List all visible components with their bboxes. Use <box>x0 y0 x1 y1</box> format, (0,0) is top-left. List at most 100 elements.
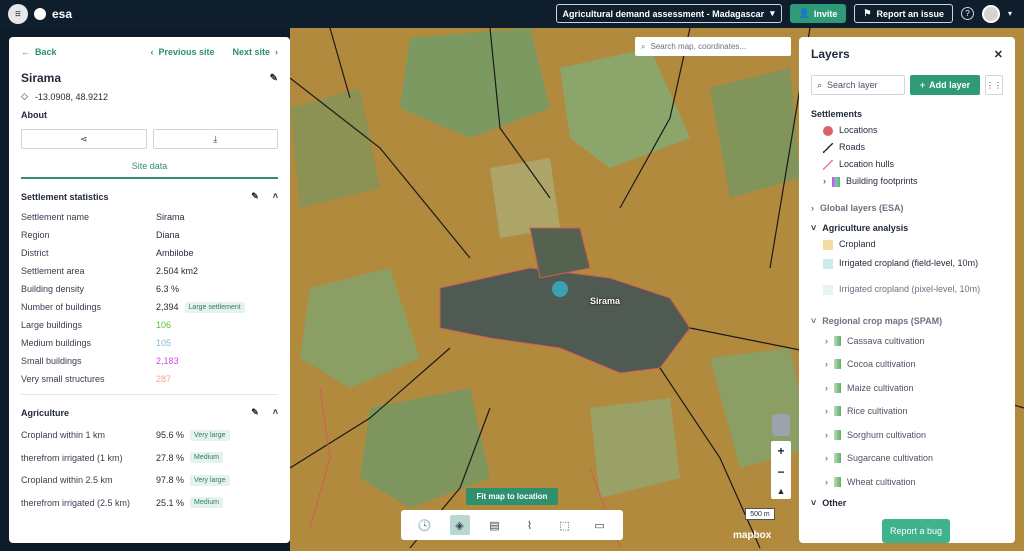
chevron-right-icon[interactable]: › <box>825 383 828 393</box>
layer-group-agriculture[interactable]: ˅ Agriculture analysis <box>811 223 1003 233</box>
map-search-input[interactable]: ⌕ Search map, coordinates... <box>635 37 791 56</box>
fit-map-button[interactable]: Fit map to location <box>466 488 558 505</box>
back-button[interactable]: ← Back <box>21 47 57 57</box>
avatar[interactable] <box>981 4 1000 23</box>
chevron-right-icon: › <box>275 47 278 57</box>
document-icon[interactable]: ▤ <box>485 515 505 535</box>
layer-label: Irrigated cropland (field-level, 10m) <box>839 258 979 268</box>
layer-label: Rice cultivation <box>847 406 908 417</box>
ruler-icon[interactable]: ▭ <box>590 515 610 535</box>
layer-item-locations[interactable]: Locations <box>811 125 1003 142</box>
table-row: District Ambilobe <box>21 244 278 262</box>
layer-search-placeholder: Search layer <box>827 80 878 90</box>
layer-item-cropland[interactable]: Cropland <box>811 239 1003 256</box>
next-site-button[interactable]: Next site › <box>232 47 278 57</box>
invite-button[interactable]: 👤 Invite <box>789 4 847 23</box>
tab-site-data[interactable]: Site data <box>21 161 278 179</box>
chevron-right-icon[interactable]: › <box>825 336 828 346</box>
layers-icon[interactable]: ◈ <box>449 515 470 535</box>
chevron-right-icon[interactable]: › <box>823 176 826 186</box>
layer-label: Cocoa cultivation <box>847 359 916 370</box>
share-button[interactable]: ⋖ <box>21 129 147 149</box>
layer-group-regional[interactable]: ˅ Regional crop maps (SPAM) <box>811 316 1003 326</box>
edit-icon[interactable]: ✎ <box>251 191 259 202</box>
download-button[interactable]: ⤓ <box>152 129 278 149</box>
chevron-right-icon[interactable]: › <box>825 477 828 487</box>
row-label: Cropland within 1 km <box>21 430 106 441</box>
chevron-right-icon[interactable]: › <box>825 430 828 440</box>
previous-site-label: Previous site <box>158 47 215 57</box>
project-selector[interactable]: Agricultural demand assessment - Madagas… <box>555 4 782 23</box>
row-value: 2,394 <box>156 302 179 312</box>
layer-item-crop[interactable]: › Cassava cultivation <box>811 329 1003 353</box>
table-row: Region Diana <box>21 226 278 244</box>
layer-label: Sorghum cultivation <box>847 429 927 440</box>
chevron-down-icon[interactable]: ▾ <box>1008 9 1012 18</box>
layer-item-irrigated-pixel[interactable]: Irrigated cropland (pixel-level, 10m) <box>811 284 1003 310</box>
chevron-up-icon[interactable]: ˄ <box>273 407 278 418</box>
attachment-icon[interactable]: ⌇ <box>520 515 540 535</box>
previous-site-button[interactable]: ‹ Previous site <box>150 47 214 57</box>
row-label: Very small structures <box>21 374 105 384</box>
zoom-out-button[interactable]: − <box>777 465 784 479</box>
layer-label: Irrigated cropland (pixel-level, 10m) <box>839 284 981 294</box>
close-icon[interactable]: ✕ <box>994 48 1003 61</box>
chevron-right-icon[interactable]: › <box>825 359 828 369</box>
row-value: Sirama <box>156 212 185 222</box>
row-value: Ambilobe <box>156 248 194 258</box>
row-value-cell: 95.6 % Very large <box>156 429 230 441</box>
report-issue-button[interactable]: ⚑ Report an issue <box>854 4 953 23</box>
layer-group-label: Settlements <box>811 109 863 119</box>
app-logo[interactable]: ☷ esa <box>8 4 72 24</box>
edit-icon[interactable]: ✎ <box>251 407 259 418</box>
chevron-right-icon[interactable]: › <box>825 406 828 416</box>
layer-group-settlements[interactable]: Settlements <box>811 109 1003 119</box>
mapbox-attribution[interactable]: mapbox <box>733 530 771 541</box>
report-bug-button[interactable]: Report a bug <box>882 519 950 543</box>
layer-search-input[interactable]: ⌕ Search layer <box>811 75 905 95</box>
layer-item-location-hulls[interactable]: Location hulls <box>811 159 1003 176</box>
row-label: Number of buildings <box>21 302 102 312</box>
layer-group-other[interactable]: ˅ Other <box>811 498 1003 508</box>
add-layer-button[interactable]: + Add layer <box>910 75 980 95</box>
layer-item-crop[interactable]: › Maize cultivation <box>811 376 1003 400</box>
status-badge: Large settlement <box>184 301 245 313</box>
help-icon[interactable]: ? <box>960 7 974 20</box>
table-row: Large buildings 106 <box>21 316 278 334</box>
history-icon[interactable]: 🕓 <box>415 515 435 535</box>
row-value: Diana <box>156 230 180 240</box>
compass-icon[interactable]: ▲ <box>777 486 786 496</box>
layer-item-crop[interactable]: › Wheat cultivation <box>811 470 1003 494</box>
chevron-right-icon[interactable]: › <box>825 453 828 463</box>
layer-label: Roads <box>839 142 866 152</box>
line-swatch-icon <box>823 143 833 153</box>
drag-handle-icon[interactable]: ⋮⋮ <box>985 75 1003 95</box>
layer-group-global[interactable]: › Global layers (ESA) <box>811 203 1003 213</box>
layer-item-crop[interactable]: › Sorghum cultivation <box>811 423 1003 447</box>
fill-swatch-icon <box>823 240 833 250</box>
multi-swatch-icon <box>832 177 840 187</box>
layer-item-building-footprints[interactable]: › Building footprints <box>811 176 1003 193</box>
edit-icon[interactable]: ✎ <box>270 73 278 84</box>
street-view-icon[interactable] <box>772 414 790 436</box>
row-label: Building density <box>21 284 85 294</box>
table-row: therefrom irrigated (2.5 km) 25.1 % Medium <box>21 492 278 515</box>
row-value-cell: 2,183 <box>156 356 179 366</box>
zoom-in-button[interactable]: + <box>777 444 784 458</box>
row-value-cell: Sirama <box>156 212 185 222</box>
layer-item-crop[interactable]: › Sugarcane cultivation <box>811 447 1003 471</box>
user-add-icon: 👤 <box>798 8 810 18</box>
row-value: 2,183 <box>156 356 179 366</box>
about-heading: About <box>21 110 47 120</box>
status-badge: Medium <box>190 497 223 509</box>
row-value: 97.8 % <box>156 475 185 486</box>
chevron-up-icon[interactable]: ˄ <box>273 191 278 202</box>
layer-item-roads[interactable]: Roads <box>811 142 1003 159</box>
select-area-icon[interactable]: ⬚ <box>555 515 575 535</box>
row-value-cell: 6.3 % <box>156 284 179 294</box>
layer-item-crop[interactable]: › Rice cultivation <box>811 400 1003 424</box>
table-row: Settlement name Sirama <box>21 208 278 226</box>
site-panel: ← Back ‹ Previous site Next site › Sirama ✎… <box>9 37 290 543</box>
layer-item-irrigated-field[interactable]: Irrigated cropland (field-level, 10m) <box>811 258 1003 284</box>
layer-item-crop[interactable]: › Cocoa cultivation <box>811 353 1003 377</box>
